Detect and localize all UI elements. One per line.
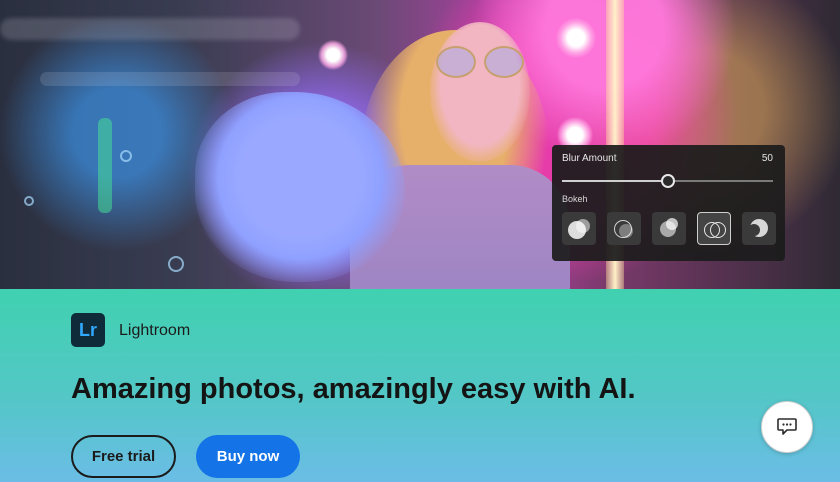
light-streak (40, 72, 300, 86)
bokeh-cat-eye-icon (748, 224, 760, 236)
bokeh-double-ring-option[interactable] (697, 212, 731, 245)
marquee-bulb (556, 18, 596, 58)
blur-amount-slider[interactable] (562, 174, 773, 188)
bokeh-options (562, 212, 776, 245)
app-name: Lightroom (119, 322, 191, 339)
free-trial-button[interactable]: Free trial (71, 435, 176, 478)
blur-amount-label: Blur Amount (562, 153, 617, 164)
bokeh-light (120, 150, 132, 162)
sunglasses (436, 46, 528, 80)
chat-button[interactable] (761, 401, 813, 453)
lightroom-logo-icon: Lr (71, 313, 105, 347)
bokeh-half-option[interactable] (652, 212, 686, 245)
light-streak (0, 18, 300, 40)
bokeh-ring-icon (619, 224, 633, 238)
promo-banner: Lr Lightroom Amazing photos, amazingly e… (0, 289, 840, 482)
bokeh-circle-option[interactable] (562, 212, 596, 245)
bokeh-light (24, 196, 34, 206)
bokeh-label: Bokeh (562, 194, 588, 204)
bokeh-circle-icon (576, 219, 590, 233)
blur-amount-value: 50 (761, 153, 773, 164)
bokeh-cat-eye-option[interactable] (742, 212, 776, 245)
bokeh-double-ring-icon (710, 222, 726, 238)
slider-handle[interactable] (660, 174, 675, 188)
neon-light (98, 118, 112, 213)
blur-settings-panel: Blur Amount 50 Bokeh (552, 145, 785, 261)
chat-bubble-icon (777, 418, 797, 435)
hero-image: Blur Amount 50 Bokeh (0, 0, 840, 289)
bokeh-light (168, 256, 184, 272)
bokeh-half-icon (666, 218, 678, 230)
marquee-bulb (318, 40, 348, 70)
headline: Amazing photos, amazingly easy with AI. (71, 373, 636, 405)
slider-fill (562, 180, 668, 182)
bokeh-ring-option[interactable] (607, 212, 641, 245)
buy-now-button[interactable]: Buy now (196, 435, 300, 478)
person-face (430, 22, 530, 162)
